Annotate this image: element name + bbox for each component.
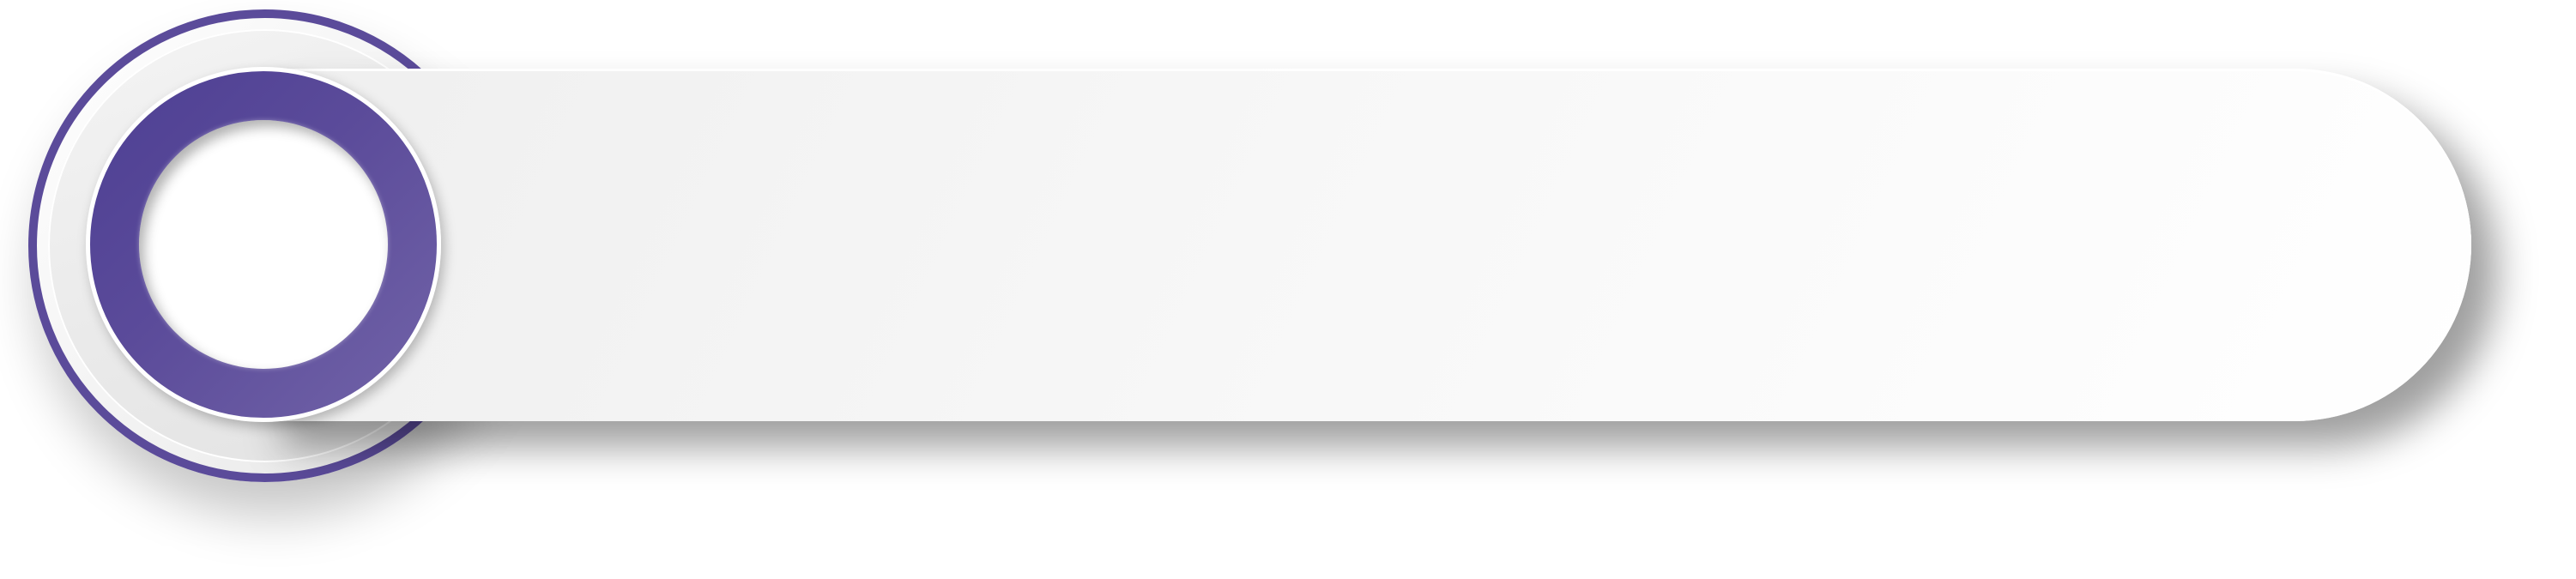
banner-graphic xyxy=(0,0,2576,579)
banner-pill-bar xyxy=(257,69,2471,421)
donut-badge-center xyxy=(139,120,388,369)
donut-badge-icon xyxy=(86,67,441,422)
